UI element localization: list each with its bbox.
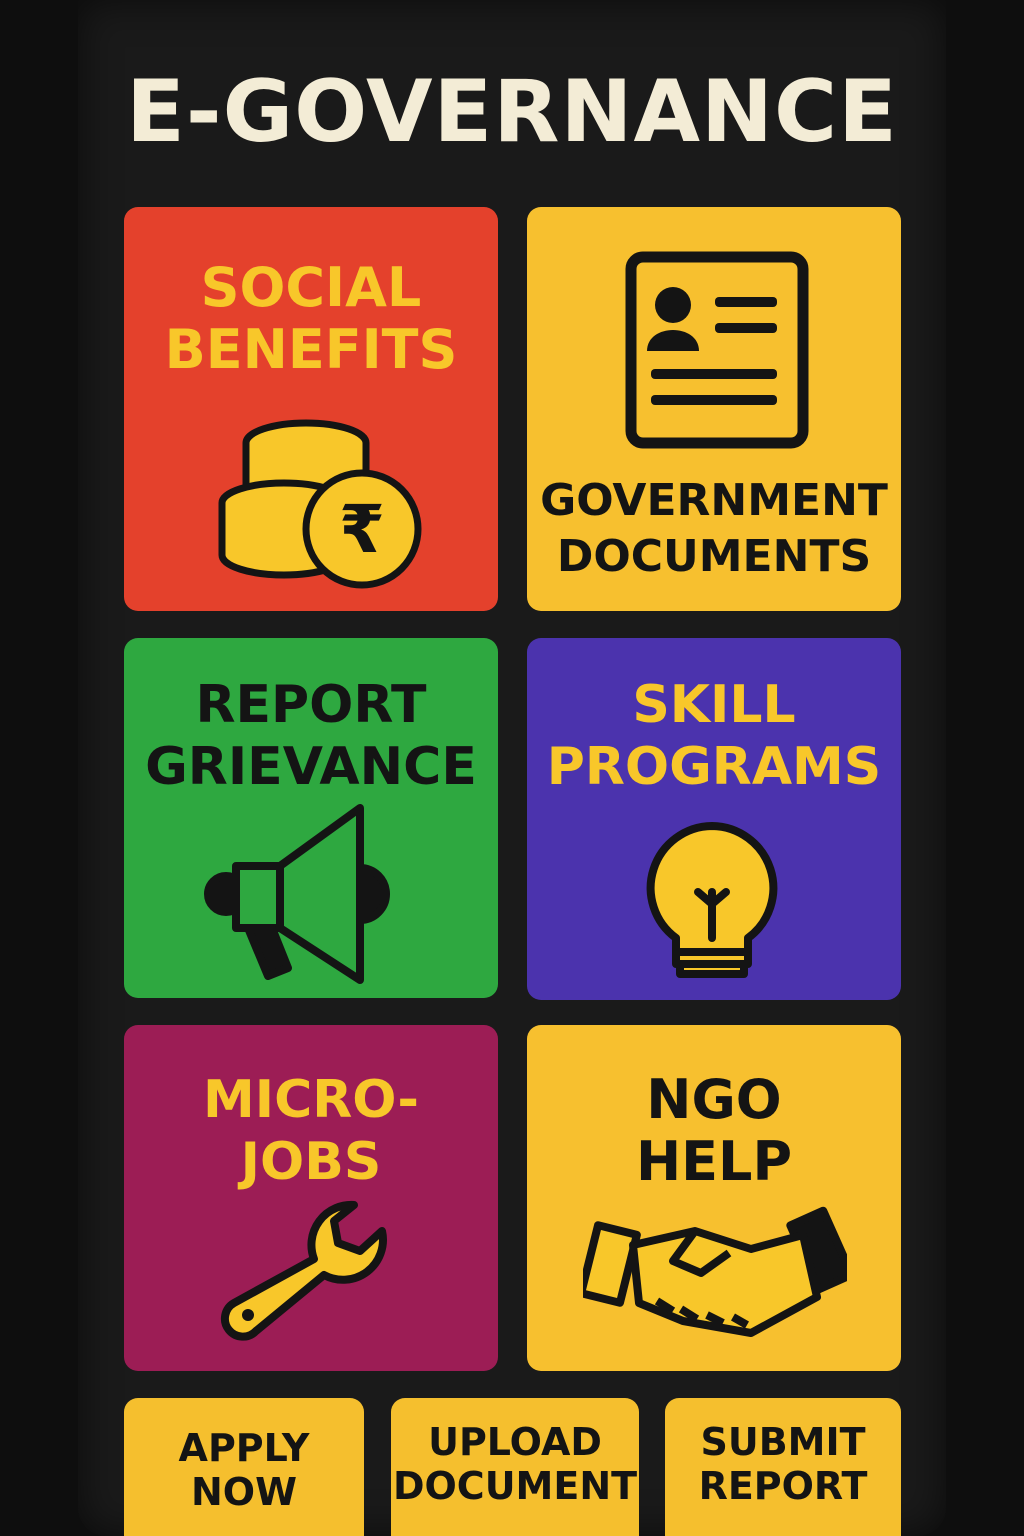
tile-report-grievance[interactable]: REPORT GRIEVANCE — [124, 638, 498, 998]
tile-government-documents[interactable]: GOVERNMENT DOCUMENTS — [527, 207, 901, 611]
tile-ngo-help[interactable]: NGO HELP — [527, 1025, 901, 1371]
id-document-icon — [625, 251, 809, 449]
tile-label: GOVERNMENT DOCUMENTS — [540, 475, 888, 582]
wrench-icon — [220, 1200, 387, 1341]
megaphone-icon — [204, 804, 390, 984]
submit-report-button[interactable]: SUBMIT REPORT — [665, 1398, 901, 1536]
upload-document-button[interactable]: UPLOAD DOCUMENT — [391, 1398, 639, 1536]
tile-label: SKILL PROGRAMS — [546, 675, 882, 797]
page-title: E-GOVERNANCE — [126, 62, 898, 162]
tile-micro-jobs[interactable]: MICRO- JOBS — [124, 1025, 498, 1371]
button-label: SUBMIT REPORT — [698, 1420, 868, 1508]
coins-rupee-icon: ₹ — [218, 419, 422, 589]
tile-label: REPORT GRIEVANCE — [145, 675, 477, 797]
lightbulb-icon — [646, 822, 778, 978]
tile-label: NGO HELP — [635, 1068, 793, 1193]
handshake-icon — [583, 1206, 847, 1337]
tile-label: MICRO- JOBS — [202, 1070, 420, 1192]
svg-text:₹: ₹ — [339, 491, 385, 568]
button-label: APPLY NOW — [178, 1426, 310, 1514]
tile-skill-programs[interactable]: SKILL PROGRAMS — [527, 638, 901, 1000]
tile-label: SOCIAL BENEFITS — [164, 256, 458, 381]
button-label: UPLOAD DOCUMENT — [392, 1420, 638, 1508]
apply-now-button[interactable]: APPLY NOW — [124, 1398, 364, 1536]
tile-social-benefits[interactable]: SOCIAL BENEFITS ₹ — [124, 207, 498, 611]
